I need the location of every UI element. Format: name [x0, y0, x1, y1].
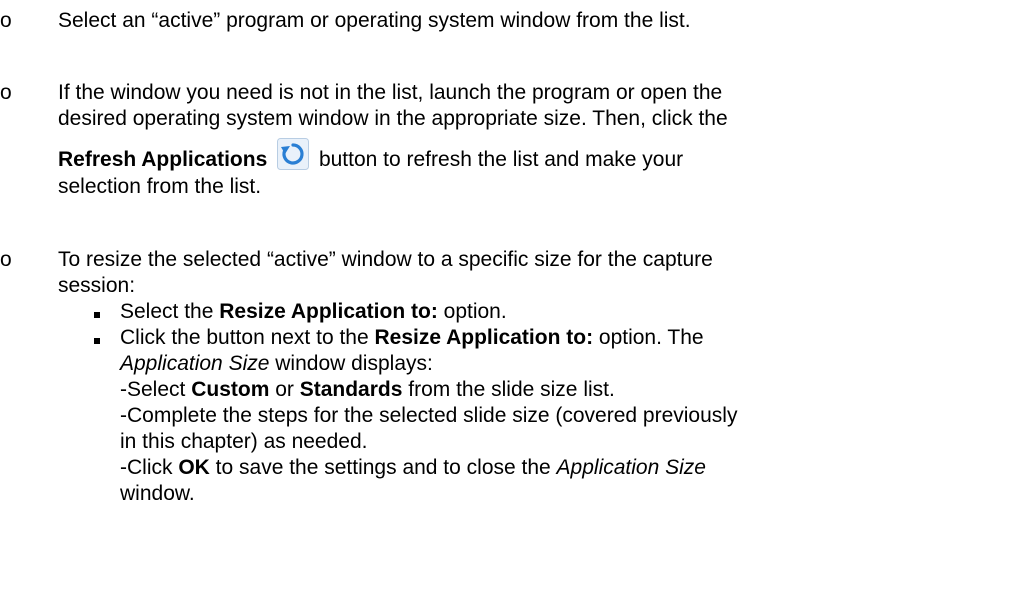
text-fragment: Select the — [120, 300, 220, 323]
bullet-marker: o — [0, 9, 12, 32]
sub-list-item: Select the Resize Application to: option… — [120, 299, 1020, 325]
bullet-marker: o — [0, 81, 12, 104]
bold-option-name: Resize Application to: — [374, 326, 594, 349]
text-fragment: window displays: — [269, 352, 433, 375]
bold-option-name: Standards — [299, 378, 403, 401]
sub-item-text-line: Select the Resize Application to: option… — [120, 299, 1020, 325]
refresh-applications-label: Refresh Applications — [58, 148, 268, 171]
sub-item-text-line: Click the button next to the Resize Appl… — [120, 325, 1020, 351]
italic-window-name: Application Size — [556, 456, 706, 479]
list-item: Select an “active” program or operating … — [58, 8, 1018, 34]
bold-button-name: OK — [178, 456, 210, 479]
text-fragment: option. — [437, 300, 507, 323]
item-text-line: selection from the list. — [58, 175, 262, 198]
sub-item-text-line: in this chapter) as needed. — [120, 430, 368, 453]
bullet-marker: o — [0, 248, 12, 271]
bold-option-name: Resize Application to: — [219, 300, 438, 323]
document-page: o Select an “active” program or operatin… — [0, 0, 1027, 595]
square-bullet — [94, 338, 100, 344]
sub-item-text-line: -Select Custom or Standards from the sli… — [120, 377, 1020, 403]
text-fragment: Click the button next to the — [120, 326, 375, 349]
item-text-line: To resize the selected “active” window t… — [58, 248, 713, 271]
item-text-line: session: — [58, 274, 136, 297]
item-text-line: desired operating system window in the a… — [58, 107, 728, 130]
sub-item-text-line: window. — [120, 482, 195, 505]
text-fragment: from the slide size list. — [402, 378, 615, 401]
text-fragment: to save the settings and to close the — [209, 456, 557, 479]
sub-item-text-line: -Complete the steps for the selected sli… — [120, 404, 738, 427]
square-bullet — [94, 312, 100, 318]
text-fragment: option. The — [593, 326, 704, 349]
bold-option-name: Custom — [191, 378, 270, 401]
text-fragment: or — [269, 378, 300, 401]
text-fragment: -Click — [120, 456, 179, 479]
item-text: Select an “active” program or operating … — [58, 9, 691, 32]
list-item: To resize the selected “active” window t… — [58, 247, 1018, 299]
text-fragment: -Select — [120, 378, 192, 401]
sub-item-text-line: Application Size window displays: — [120, 351, 1020, 377]
sub-list-item: Click the button next to the Resize Appl… — [120, 325, 1020, 507]
item-text-line: If the window you need is not in the lis… — [58, 81, 723, 104]
sub-item-text-line: -Click OK to save the settings and to cl… — [120, 455, 1020, 481]
item-text-fragment: button to refresh the list and make your — [313, 148, 684, 171]
italic-window-name: Application Size — [120, 352, 270, 375]
item-text-line: Refresh Applications button to refresh t… — [58, 138, 1018, 174]
refresh-icon — [277, 138, 310, 170]
list-item: If the window you need is not in the lis… — [58, 80, 1018, 200]
